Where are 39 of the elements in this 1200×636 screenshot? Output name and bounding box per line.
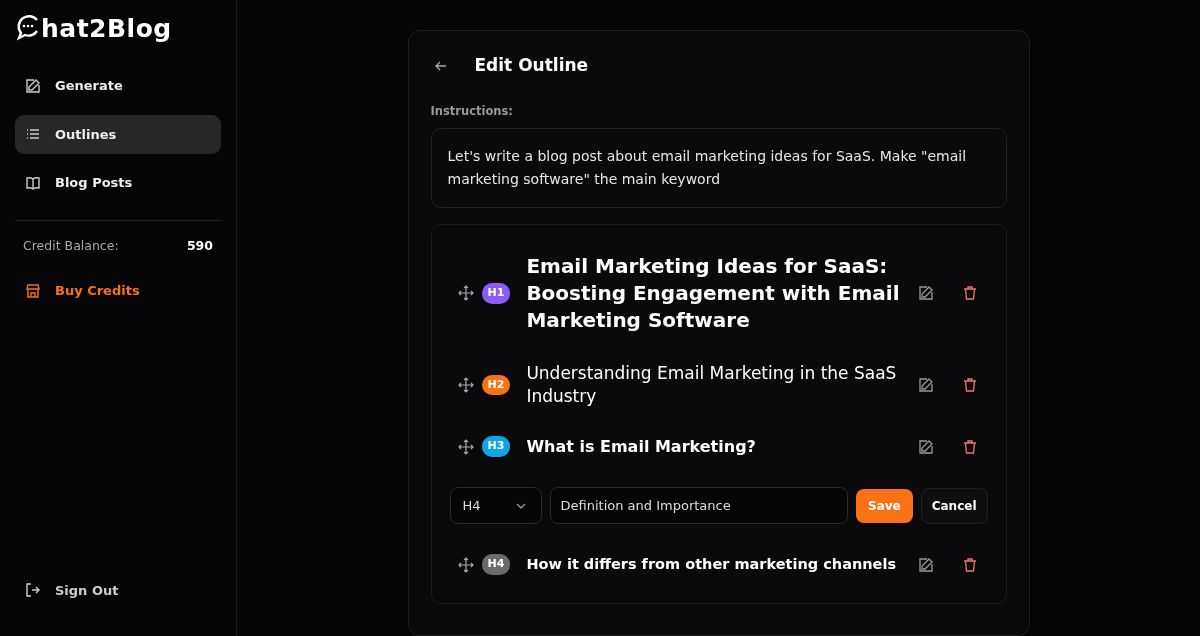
chat-bubble-icon xyxy=(15,14,41,42)
level-badge: H1 xyxy=(481,283,511,304)
drag-handle-icon xyxy=(457,556,474,573)
sidebar-item[interactable]: Blog Posts xyxy=(15,163,221,203)
edit-icon xyxy=(917,438,934,455)
instructions-text: Let's write a blog post about email marketing ideas for SaaS. Make "email marketing software" the main keyword xyxy=(430,127,1007,208)
heading-input[interactable]: Definition and Importance xyxy=(549,487,848,525)
book-icon xyxy=(25,174,41,191)
heading-text: Email Marketing Ideas for SaaS: Boosting Engagement with Email Marketing Software xyxy=(526,252,901,334)
page-title: Edit Outline xyxy=(474,54,589,77)
heading-text: Understanding Email Marketing in the SaaS Industry xyxy=(526,361,898,408)
sign-out-link[interactable]: Sign Out xyxy=(15,570,221,610)
store-icon xyxy=(25,283,41,299)
cancel-button[interactable]: Cancel xyxy=(920,487,988,524)
edit-icon xyxy=(25,77,41,94)
instructions-label: Instructions: xyxy=(430,102,514,120)
trash-icon xyxy=(961,376,978,393)
trash-icon xyxy=(961,285,978,302)
sidebar-item[interactable]: Outlines xyxy=(15,114,221,154)
edit-icon xyxy=(917,556,934,573)
heading-text: How it differs from other marketing channels xyxy=(526,554,898,574)
credit-value: 590 xyxy=(186,236,213,255)
logo-text: hat2Blog xyxy=(41,15,172,41)
sign-out-icon xyxy=(25,582,41,599)
drag-handle-icon xyxy=(457,376,474,393)
heading-text: What is Email Marketing? xyxy=(526,435,757,458)
buy-credits-link[interactable]: Buy Credits xyxy=(15,271,221,311)
level-badge: H4 xyxy=(481,554,511,575)
drag-handle-icon xyxy=(457,285,474,302)
trash-icon xyxy=(961,556,978,573)
edit-icon xyxy=(917,376,934,393)
trash-icon xyxy=(961,438,978,455)
level-badge: H3 xyxy=(481,436,511,457)
drag-handle-icon xyxy=(457,438,474,455)
credit-label: Credit Balance: xyxy=(23,236,119,255)
edit-icon xyxy=(917,285,934,302)
level-badge: H2 xyxy=(481,374,511,396)
sidebar-item[interactable]: Generate xyxy=(15,66,221,106)
level-select[interactable]: H4 xyxy=(449,487,542,525)
